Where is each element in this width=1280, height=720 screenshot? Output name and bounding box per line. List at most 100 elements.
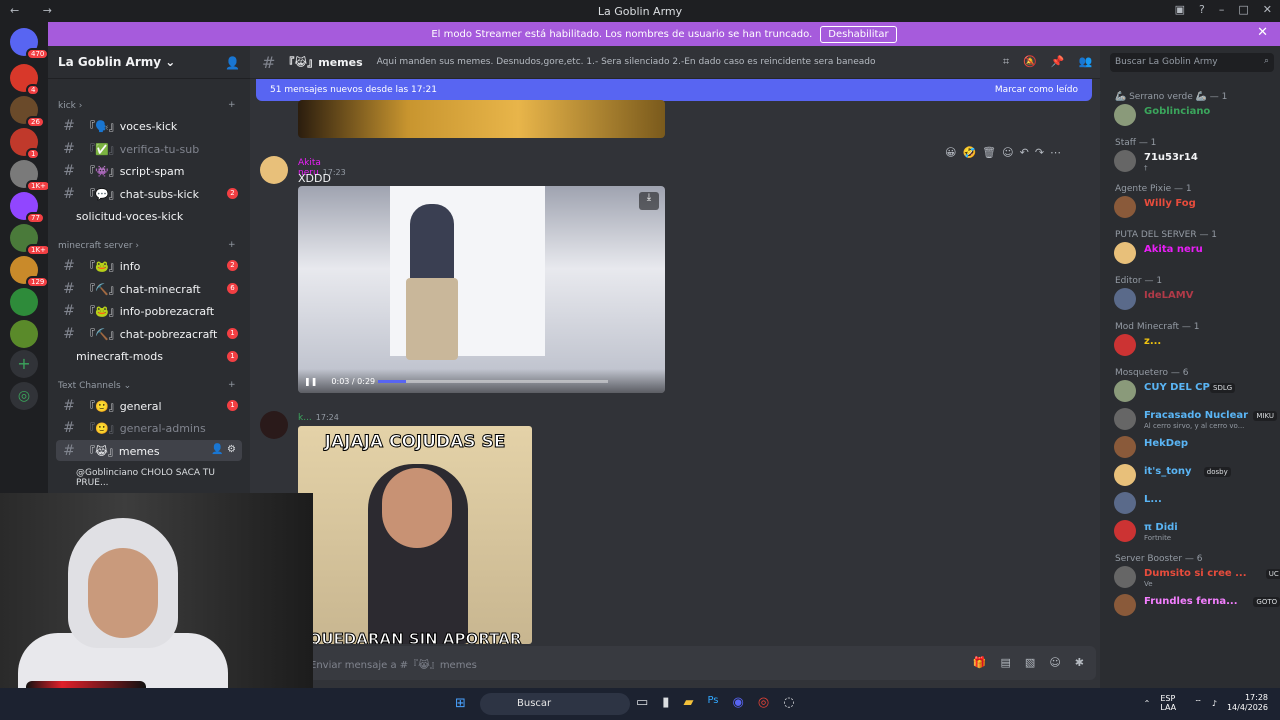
avatar[interactable] bbox=[1114, 492, 1136, 514]
download-icon[interactable]: ⤓ bbox=[639, 192, 659, 210]
explore-icon[interactable]: ◎ bbox=[10, 382, 38, 410]
new-messages-bar[interactable]: 51 mensajes nuevos desde las 17:21 Marca… bbox=[256, 79, 1092, 101]
avatar[interactable] bbox=[1114, 520, 1136, 542]
gif-icon[interactable]: ▤ bbox=[1001, 656, 1011, 669]
add-channel-icon[interactable]: + bbox=[228, 240, 236, 250]
server-icon[interactable]: 1K+ bbox=[10, 224, 51, 256]
message-author[interactable]: k... 17:24 bbox=[298, 413, 339, 423]
message-input[interactable]: Enviar mensaje a #『😹』memes 🎁 ▤ ▧ ☺ ✱ bbox=[266, 646, 1096, 680]
sticker-icon[interactable]: ▧ bbox=[1025, 656, 1035, 669]
avatar[interactable] bbox=[1114, 436, 1136, 458]
wifi-icon[interactable]: ⌔ bbox=[1194, 698, 1202, 708]
channel-general-admins[interactable]: # 『🙂』general-admins bbox=[56, 417, 242, 438]
emoji-icon[interactable]: ☺ bbox=[1049, 656, 1060, 669]
inbox-icon[interactable]: ▣ bbox=[1175, 3, 1185, 16]
reaction-icon[interactable]: 🗑 bbox=[982, 146, 996, 159]
channel-chat-minecraft[interactable]: # 『⛏️』chat-minecraft 6 bbox=[56, 278, 242, 299]
channel-settings-icon[interactable]: 👤 ⚙ bbox=[211, 444, 236, 455]
avatar[interactable] bbox=[1114, 288, 1136, 310]
member-row[interactable]: CUY DEL CP SDLG bbox=[1114, 380, 1274, 404]
channel-general[interactable]: # 『🙂』general 1 bbox=[56, 395, 242, 416]
thread-item[interactable]: @Goblinciano CHOLO SACA TU PRUE... bbox=[76, 468, 250, 488]
member-row[interactable]: Frundles ferna... GOTO bbox=[1114, 594, 1280, 618]
explorer-icon[interactable]: ▰ bbox=[683, 695, 693, 710]
message-actions[interactable]: 😀 🤣 🗑 ☺ ↶ ↷ ⋯ bbox=[945, 146, 1061, 159]
avatar[interactable] bbox=[1114, 566, 1136, 588]
avatar[interactable] bbox=[1114, 380, 1136, 402]
member-row[interactable]: 71u53r14 † bbox=[1114, 150, 1274, 174]
app-icon[interactable]: ◌ bbox=[783, 695, 794, 710]
discord-icon[interactable]: ◉ bbox=[733, 695, 744, 710]
disable-button[interactable]: Deshabilitar bbox=[820, 25, 897, 43]
reaction-icon[interactable]: 😀 bbox=[945, 146, 956, 159]
help-icon[interactable]: ? bbox=[1199, 3, 1205, 16]
channel-verifica[interactable]: # 『✅』verifica-tu-sub bbox=[56, 138, 242, 159]
mark-read-button[interactable]: Marcar como leído bbox=[995, 85, 1078, 95]
member-row[interactable]: Dumsito si cree ... UC Ve bbox=[1114, 566, 1280, 590]
chrome-icon[interactable]: ◎ bbox=[758, 695, 769, 710]
server-icon[interactable]: 1 bbox=[10, 128, 41, 160]
avatar[interactable] bbox=[1114, 594, 1136, 616]
avatar[interactable] bbox=[1114, 464, 1136, 486]
minimize-icon[interactable]: – bbox=[1219, 3, 1225, 16]
add-channel-icon[interactable]: + bbox=[228, 100, 236, 110]
video-progress[interactable] bbox=[378, 380, 608, 383]
server-icon[interactable] bbox=[10, 320, 38, 348]
meme-image[interactable]: JAJAJA COJUDAS SE QUEDARAN SIN APORTAR bbox=[298, 426, 532, 644]
apps-icon[interactable]: ✱ bbox=[1075, 656, 1084, 669]
avatar[interactable] bbox=[260, 156, 288, 184]
add-channel-icon[interactable]: + bbox=[228, 380, 236, 390]
taskbar-search[interactable]: Buscar bbox=[480, 693, 630, 715]
avatar[interactable] bbox=[260, 411, 288, 439]
app-icon[interactable]: ▮ bbox=[662, 695, 669, 710]
gift-icon[interactable]: 🎁 bbox=[973, 656, 987, 669]
reaction-icon[interactable]: 🤣 bbox=[962, 146, 976, 159]
category-minecraft[interactable]: minecraft server › + bbox=[58, 240, 236, 251]
channel-minecraft-mods[interactable]: minecraft-mods 1 bbox=[56, 346, 242, 367]
avatar[interactable] bbox=[1114, 196, 1136, 218]
avatar[interactable] bbox=[1114, 150, 1136, 172]
avatar[interactable] bbox=[1114, 408, 1136, 430]
member-row[interactable]: L... bbox=[1114, 492, 1274, 516]
category-text-channels[interactable]: Text Channels ⌄ + bbox=[58, 380, 236, 391]
tray-expand-icon[interactable]: ⌃ bbox=[1144, 699, 1151, 708]
channel-script-spam[interactable]: # 『👾』script-spam bbox=[56, 160, 242, 181]
channel-voces-kick[interactable]: # 『🗣️』voces-kick bbox=[56, 115, 242, 136]
server-icon[interactable]: 129 bbox=[10, 256, 50, 288]
member-row[interactable]: z... bbox=[1114, 334, 1274, 358]
avatar[interactable] bbox=[1114, 334, 1136, 356]
channel-chat-pobrezacraft[interactable]: # 『⛏️』chat-pobrezacraft 1 bbox=[56, 323, 242, 344]
search-input[interactable]: Buscar La Goblin Army ⌕ bbox=[1110, 53, 1274, 72]
server-icon[interactable]: 4 bbox=[10, 64, 41, 96]
channel-memes[interactable]: # 『😹』memes 👤 ⚙ bbox=[56, 440, 242, 461]
member-row[interactable]: it's_tony dosby bbox=[1114, 464, 1274, 488]
video-player[interactable]: ⤓ ❚❚ 0:03 / 0:29 bbox=[298, 186, 665, 393]
banner-close-icon[interactable]: ✕ bbox=[1257, 25, 1268, 40]
avatar[interactable] bbox=[1114, 104, 1136, 126]
member-row[interactable]: Akita neru bbox=[1114, 242, 1274, 266]
member-row[interactable]: π Didi Fortnite bbox=[1114, 520, 1274, 544]
add-server-icon[interactable]: + bbox=[10, 350, 38, 378]
member-row[interactable]: Willy Fog bbox=[1114, 196, 1274, 220]
close-icon[interactable]: ✕ bbox=[1263, 3, 1272, 16]
taskview-icon[interactable]: ▭ bbox=[636, 695, 648, 710]
member-row[interactable]: HekDep bbox=[1114, 436, 1274, 460]
discord-home-icon[interactable]: 470 bbox=[10, 28, 50, 60]
channel-solicitud[interactable]: solicitud-voces-kick bbox=[56, 206, 242, 227]
avatar[interactable] bbox=[1114, 242, 1136, 264]
more-icon[interactable]: ⋯ bbox=[1050, 146, 1061, 159]
mute-icon[interactable]: 🔕 bbox=[1023, 55, 1037, 69]
attachment-image[interactable] bbox=[298, 100, 665, 138]
threads-icon[interactable]: ⌗ bbox=[1003, 55, 1009, 69]
windows-start-icon[interactable]: ⊞ bbox=[455, 696, 466, 711]
channel-topic[interactable]: Aqui manden sus memes. Desnudos,gore,etc… bbox=[377, 57, 876, 67]
window-controls[interactable]: ▣ ? – □ ✕ bbox=[1175, 3, 1272, 16]
input-lang[interactable]: ESP LAA bbox=[1160, 694, 1184, 712]
server-header[interactable]: La Goblin Army ⌄ 👤 bbox=[48, 46, 250, 79]
server-icon[interactable]: 1K+ bbox=[10, 160, 51, 192]
forward-icon[interactable]: ↷ bbox=[1035, 146, 1044, 159]
twitch-server-icon[interactable]: 77 bbox=[10, 192, 45, 224]
channel-info[interactable]: # 『🐸』info 2 bbox=[56, 255, 242, 276]
server-icon[interactable] bbox=[10, 288, 38, 316]
photoshop-icon[interactable]: Ps bbox=[707, 695, 718, 710]
